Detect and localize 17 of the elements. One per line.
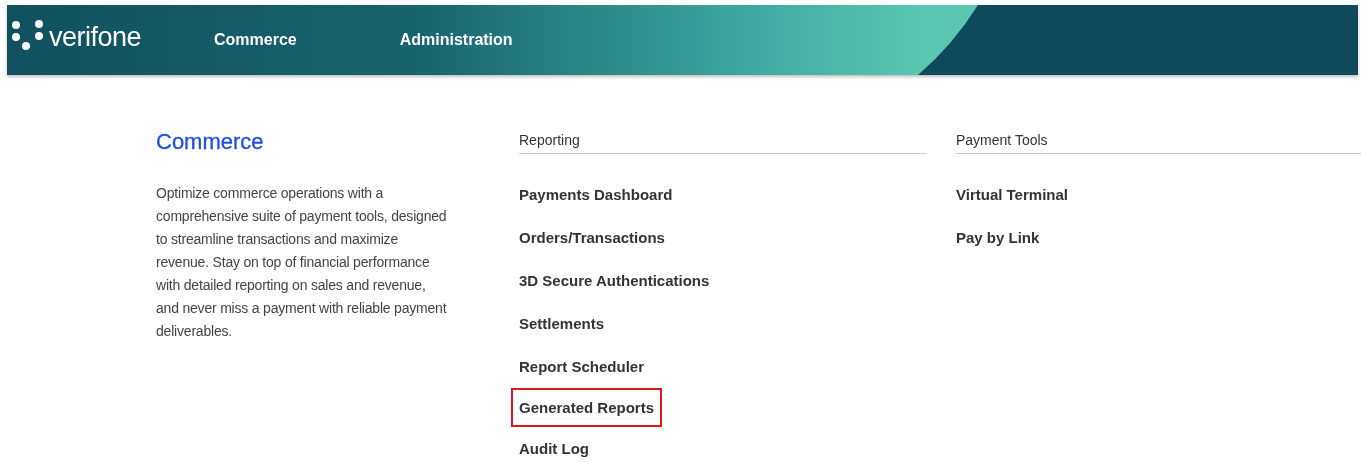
menu-link[interactable]: Generated Reports: [511, 388, 663, 427]
menu-link[interactable]: Pay by Link: [948, 224, 1048, 251]
menu-link[interactable]: Virtual Terminal: [948, 181, 1076, 208]
menu-link[interactable]: Payments Dashboard: [511, 181, 681, 208]
menu-link[interactable]: Audit Log: [511, 435, 597, 462]
column-heading: Payment Tools: [956, 130, 1361, 154]
logo-text: verifone: [49, 24, 142, 51]
description-text: Optimize commerce operations with a comprehensive suite of payment tools, designed to streamline transactions and maximize revenue. Stay on top of financial performance with detailed reporting on sales and revenue, and never miss a payment with reliable payment deliverables.: [156, 184, 448, 341]
menu-link[interactable]: 3D Secure Authentications: [511, 267, 718, 294]
menu-link[interactable]: Settlements: [511, 310, 613, 337]
menu-link[interactable]: Orders/Transactions: [511, 224, 673, 251]
section-title: Commerce: [156, 130, 265, 154]
logo-icon: [11, 19, 45, 51]
column-heading: Reporting: [519, 130, 927, 154]
nav-link[interactable]: Commerce: [214, 31, 297, 49]
nav-link[interactable]: Administration: [399, 31, 513, 49]
menu-link[interactable]: Report Scheduler: [511, 353, 653, 380]
